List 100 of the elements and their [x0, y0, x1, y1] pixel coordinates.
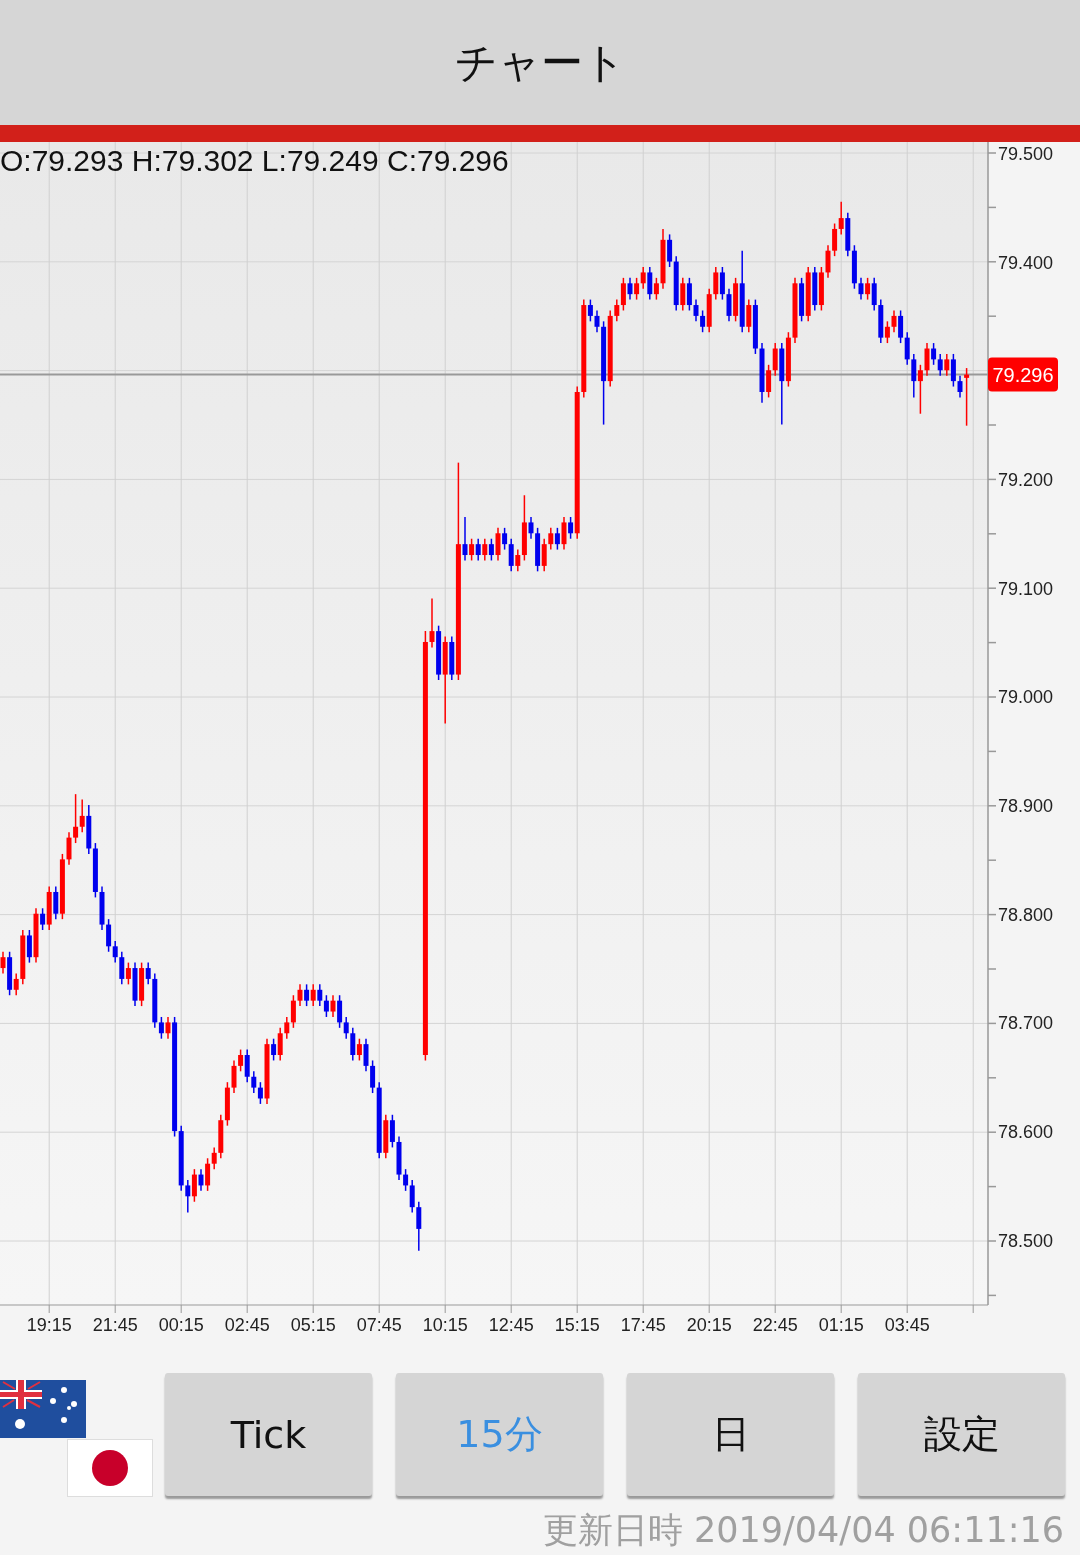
candlestick [310, 983, 316, 1007]
time-label: 02:45 [224, 1315, 270, 1335]
candlestick [40, 907, 46, 931]
candlestick [13, 972, 19, 996]
candlestick [198, 1168, 204, 1192]
time-label: 21:45 [92, 1315, 138, 1335]
candlestick [330, 994, 336, 1018]
candlestick [403, 1168, 409, 1192]
time-label: 22:45 [752, 1315, 798, 1335]
candlestick [508, 537, 514, 573]
price-label: 79.000 [998, 687, 1054, 708]
candlestick [614, 298, 620, 323]
candlestick [594, 309, 600, 333]
candlestick [66, 831, 72, 866]
candlestick [924, 342, 930, 377]
timeframe-button[interactable]: 設定 [858, 1373, 1065, 1496]
candlestick [647, 266, 653, 301]
candlestick [158, 1016, 164, 1040]
candlestick [495, 527, 501, 562]
candlestick [389, 1114, 395, 1149]
price-label: 78.600 [998, 1122, 1054, 1143]
candlestick [620, 277, 626, 312]
candlestick [891, 309, 897, 333]
candlestick [772, 342, 778, 377]
candlestick [211, 1146, 217, 1170]
candlestick [898, 309, 904, 344]
candlestick [165, 1016, 171, 1040]
price-badge: 79.296 [988, 357, 1058, 392]
candlestick [191, 1168, 197, 1203]
candlestick [700, 309, 706, 333]
candlestick [766, 364, 772, 399]
candlestick [26, 929, 32, 964]
candlestick [277, 1027, 283, 1062]
screen-title: チャート [454, 36, 626, 89]
candlestick [528, 516, 534, 540]
candlestick [587, 298, 593, 323]
candlestick [719, 266, 725, 301]
candlestick [502, 527, 508, 551]
candlestick [323, 994, 329, 1018]
candlestick [73, 793, 79, 844]
timeframe-button[interactable]: 日 [627, 1373, 834, 1496]
candlestick [284, 1016, 290, 1040]
candlestick [462, 516, 468, 562]
price-label: 78.500 [998, 1230, 1054, 1251]
candlestick [548, 527, 554, 551]
candlestick [838, 201, 844, 236]
candlestick [238, 1048, 244, 1073]
candlestick [317, 983, 323, 1007]
candlestick [205, 1157, 211, 1192]
candlestick [343, 1016, 349, 1040]
candlestick [119, 951, 125, 986]
candlestick [0, 951, 6, 975]
candlestick [350, 1027, 356, 1062]
time-label: 12:45 [488, 1315, 534, 1335]
price-label: 79.200 [998, 469, 1054, 490]
time-label: 07:45 [356, 1315, 402, 1335]
candlestick [653, 277, 659, 301]
candlestick [429, 597, 435, 649]
candlestick [832, 222, 838, 257]
candlestick [363, 1037, 369, 1073]
candlestick [541, 537, 547, 573]
price-label: 79.500 [998, 143, 1054, 164]
candlestick [964, 367, 970, 427]
candlestick [482, 537, 488, 562]
candlestick [957, 374, 963, 399]
candlestick [937, 353, 943, 377]
timeframe-button[interactable]: Tick [165, 1373, 372, 1496]
candlestick [865, 277, 871, 301]
candlestick [904, 331, 910, 366]
japan-flag-icon [67, 1439, 153, 1497]
candlestick [79, 798, 85, 833]
candlestick [667, 233, 673, 268]
candlestick [693, 298, 699, 323]
time-label: 15:15 [554, 1315, 600, 1335]
time-label: 05:15 [290, 1315, 336, 1335]
price-label: 78.700 [998, 1013, 1054, 1034]
candlestick [568, 516, 574, 540]
candlestick [244, 1048, 250, 1083]
candlestick [53, 885, 59, 920]
time-label: 10:15 [422, 1315, 468, 1335]
price-label: 79.400 [998, 252, 1054, 273]
candlestick [950, 353, 956, 388]
candlestick [911, 353, 917, 399]
candlestick [944, 353, 950, 377]
price-label: 79.100 [998, 578, 1054, 599]
candlestick [337, 994, 343, 1029]
price-label: 78.900 [998, 796, 1054, 816]
time-label: 01:15 [818, 1315, 864, 1335]
candlestick [680, 277, 686, 312]
candlestick [304, 983, 310, 1007]
candlestick [356, 1037, 362, 1062]
candlestick [884, 320, 890, 344]
candlestick [634, 277, 640, 301]
candlestick [257, 1081, 263, 1105]
candlestick [469, 537, 475, 562]
time-label: 19:15 [26, 1315, 72, 1335]
candlestick [871, 277, 877, 312]
candlestick [297, 983, 303, 1007]
candlestick [370, 1059, 376, 1094]
candlestick [185, 1179, 191, 1214]
